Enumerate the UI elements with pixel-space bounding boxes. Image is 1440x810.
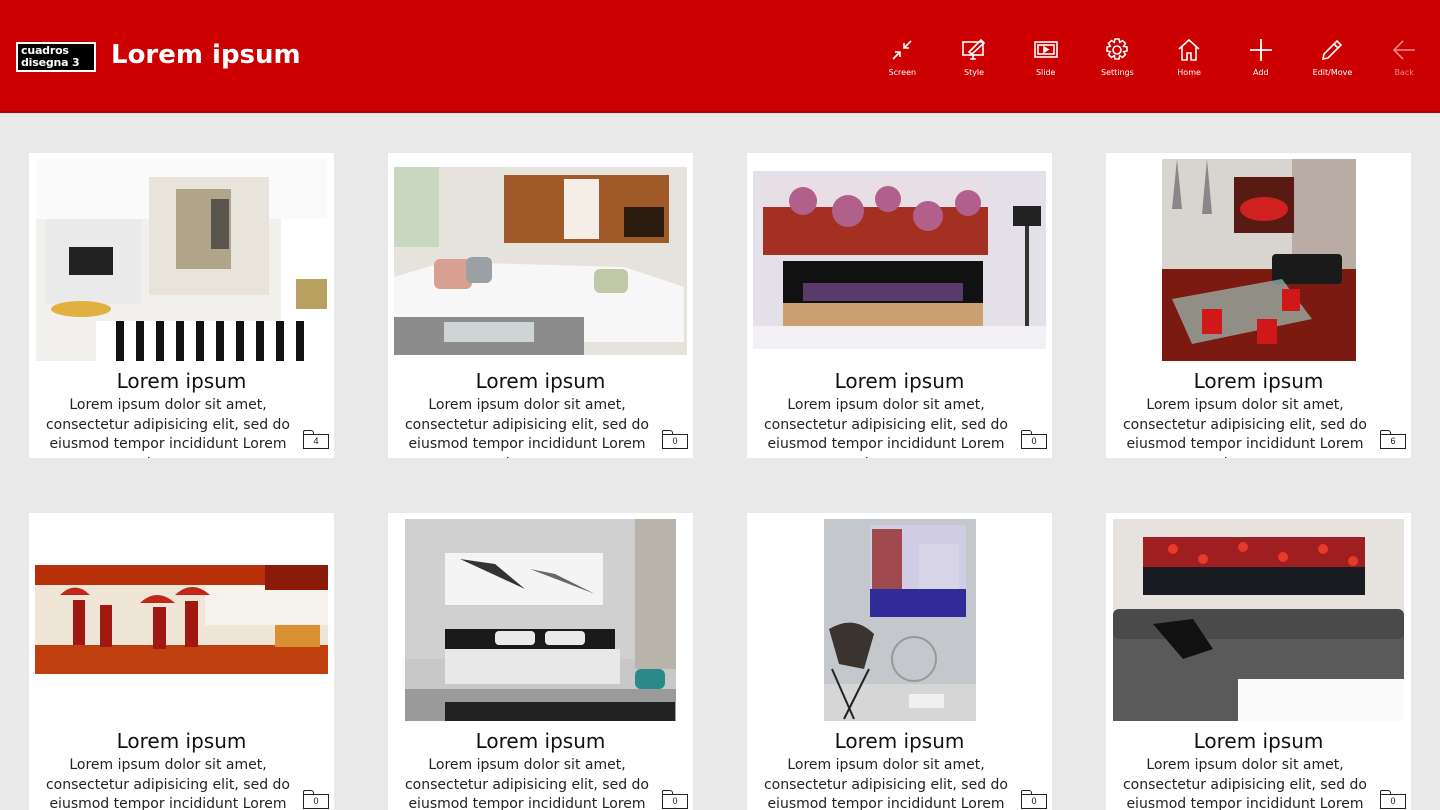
card-thumbnail: [394, 167, 687, 355]
card-title: Lorem ipsum: [475, 369, 606, 393]
toolbar: Screen Style Slide Settings Home Add Edi…: [867, 0, 1440, 113]
card-thumbnail: [753, 171, 1046, 349]
folder-count: 6: [1380, 434, 1406, 449]
add-button[interactable]: Add: [1225, 0, 1297, 113]
folder-icon: 0: [1380, 790, 1406, 810]
folder-icon: 6: [1380, 430, 1406, 450]
add-label: Add: [1253, 68, 1269, 77]
screen-button[interactable]: Screen: [867, 0, 939, 113]
back-label: Back: [1394, 68, 1414, 77]
card-description: Lorem ipsum dolor sit amet, consectetur …: [45, 757, 290, 810]
folder-count: 0: [1021, 794, 1047, 809]
gallery-card[interactable]: Lorem ipsum Lorem ipsum dolor sit amet, …: [388, 153, 693, 458]
card-thumbnail: [1113, 519, 1404, 721]
plus-icon: [1249, 39, 1272, 61]
monitor-brush-icon: [962, 38, 986, 60]
gallery-card[interactable]: Lorem ipsum Lorem ipsum dolor sit amet, …: [1106, 153, 1411, 458]
home-label: Home: [1177, 68, 1201, 77]
card-description: Lorem ipsum dolor sit amet, consectetur …: [763, 757, 1008, 810]
folder-count: 0: [1021, 434, 1047, 449]
card-title: Lorem ipsum: [834, 729, 965, 753]
card-thumbnail: [405, 519, 676, 721]
screen-label: Screen: [888, 68, 917, 77]
app-header: cuadros disegna 3 Lorem ipsum Screen Sty…: [0, 0, 1440, 113]
folder-icon: 0: [662, 790, 688, 810]
folder-count: 0: [303, 794, 329, 809]
settings-button[interactable]: Settings: [1082, 0, 1154, 113]
style-button[interactable]: Style: [938, 0, 1010, 113]
folder-icon: 0: [303, 790, 329, 810]
card-title: Lorem ipsum: [1193, 729, 1324, 753]
settings-label: Settings: [1101, 68, 1134, 77]
card-title: Lorem ipsum: [834, 369, 965, 393]
card-description: Lorem ipsum dolor sit amet, consectetur …: [1122, 397, 1367, 458]
card-title: Lorem ipsum: [475, 729, 606, 753]
card-title: Lorem ipsum: [116, 369, 247, 393]
folder-count: 0: [662, 434, 688, 449]
card-description: Lorem ipsum dolor sit amet, consectetur …: [1122, 757, 1367, 810]
pencil-icon: [1322, 39, 1343, 61]
card-thumbnail: [1162, 159, 1356, 361]
gear-icon: [1106, 38, 1129, 60]
folder-icon: 0: [1021, 790, 1047, 810]
gallery-card[interactable]: Lorem ipsum Lorem ipsum dolor sit amet, …: [388, 513, 693, 810]
folder-count: 0: [1380, 794, 1406, 809]
card-title: Lorem ipsum: [116, 729, 247, 753]
card-description: Lorem ipsum dolor sit amet, consectetur …: [763, 397, 1008, 458]
edit-move-button[interactable]: Edit/Move: [1297, 0, 1369, 113]
back-arrow-icon: [1393, 40, 1416, 60]
home-button[interactable]: Home: [1153, 0, 1225, 113]
edit-move-label: Edit/Move: [1312, 68, 1353, 77]
slide-button[interactable]: Slide: [1010, 0, 1082, 113]
collapse-arrows-icon: [892, 40, 912, 60]
folder-count: 4: [303, 434, 329, 449]
card-description: Lorem ipsum dolor sit amet, consectetur …: [45, 397, 290, 458]
card-description: Lorem ipsum dolor sit amet, consectetur …: [404, 757, 649, 810]
gallery-card[interactable]: Lorem ipsum Lorem ipsum dolor sit amet, …: [1106, 513, 1411, 810]
card-title: Lorem ipsum: [1193, 369, 1324, 393]
gallery-card[interactable]: Lorem ipsum Lorem ipsum dolor sit amet, …: [29, 153, 334, 458]
gallery-card[interactable]: Lorem ipsum Lorem ipsum dolor sit amet, …: [747, 153, 1052, 458]
back-button[interactable]: Back: [1368, 0, 1440, 113]
gallery-card[interactable]: Lorem ipsum Lorem ipsum dolor sit amet, …: [29, 513, 334, 810]
home-icon: [1178, 38, 1200, 61]
card-thumbnail: [824, 519, 976, 721]
folder-icon: 4: [303, 430, 329, 450]
folder-icon: 0: [1021, 430, 1047, 450]
folder-count: 0: [662, 794, 688, 809]
slide-label: Slide: [1035, 68, 1056, 77]
card-thumbnail: [35, 565, 328, 674]
card-thumbnail: [36, 159, 327, 361]
card-description: Lorem ipsum dolor sit amet, consectetur …: [404, 397, 649, 458]
app-logo: cuadros disegna 3: [16, 42, 96, 72]
folder-icon: 0: [662, 430, 688, 450]
page-title: Lorem ipsum: [111, 40, 301, 70]
logo-line-2: disegna 3: [21, 56, 80, 69]
slideshow-icon: [1033, 41, 1058, 58]
gallery-card[interactable]: Lorem ipsum Lorem ipsum dolor sit amet, …: [747, 513, 1052, 810]
style-label: Style: [963, 68, 985, 77]
